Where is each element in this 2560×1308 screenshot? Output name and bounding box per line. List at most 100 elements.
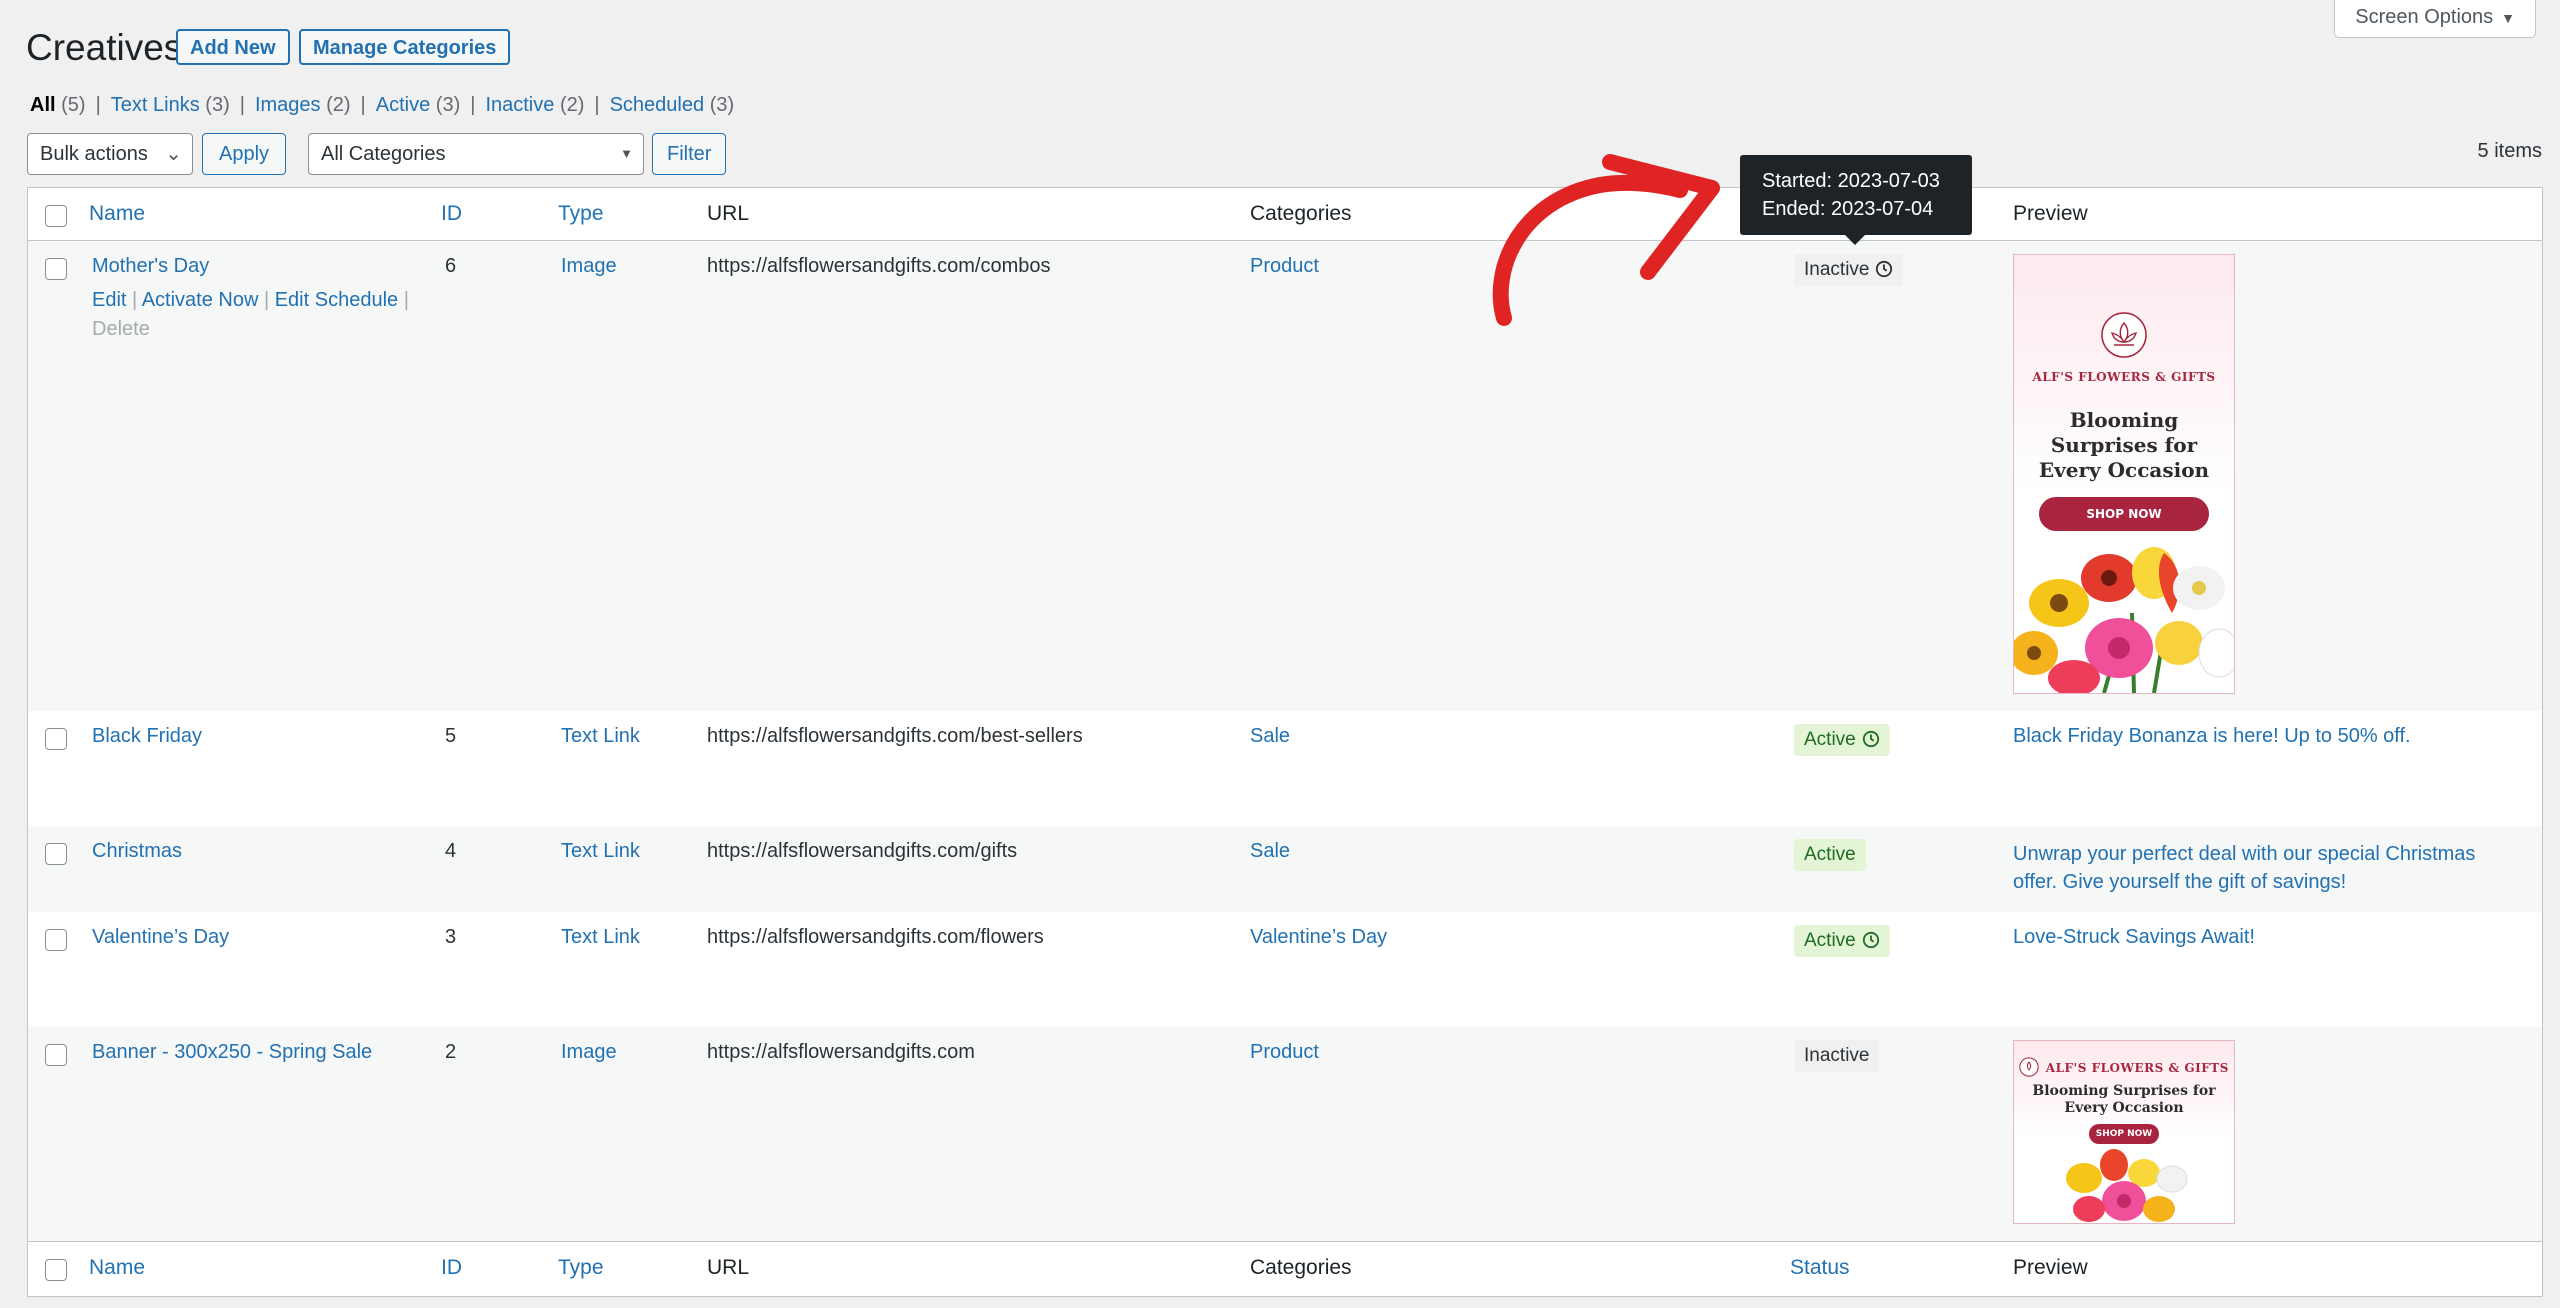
view-scheduled[interactable]: Scheduled <box>610 94 705 116</box>
text-link-preview[interactable]: Love-Struck Savings Await! <box>2013 926 2255 949</box>
text-link-preview[interactable]: Unwrap your perfect deal with our specia… <box>2013 840 2475 896</box>
column-categories: Categories <box>1250 202 1352 225</box>
status-badge[interactable]: Active <box>1794 839 1866 871</box>
banner-preview-image[interactable]: ALF'S FLOWERS & GIFTS Blooming Surprises… <box>2013 254 2235 694</box>
tooltip-ended: Ended: 2023-07-04 <box>1762 198 1934 220</box>
column-id[interactable]: ID <box>441 202 462 226</box>
creative-type-link[interactable]: Text Link <box>561 840 640 863</box>
column-categories: Categories <box>1250 1256 1352 1279</box>
creative-name-link[interactable]: Banner - 300x250 - Spring Sale <box>92 1041 372 1064</box>
screen-options-label: Screen Options <box>2355 6 2494 28</box>
screen-options-button[interactable]: Screen Options ▼ <box>2334 0 2536 38</box>
status-badge[interactable]: Active <box>1794 925 1890 957</box>
banner-headline-line: Blooming Surprises for <box>2032 1083 2216 1099</box>
creative-category-link[interactable]: Product <box>1250 255 1319 278</box>
creative-type-link[interactable]: Text Link <box>561 725 640 748</box>
row-checkbox[interactable] <box>45 1044 67 1066</box>
creative-url: https://alfsflowersandgifts.com/gifts <box>707 840 1018 862</box>
view-active[interactable]: Active <box>376 94 430 116</box>
column-url: URL <box>707 202 750 225</box>
bulk-actions-value: Bulk actions <box>40 143 148 165</box>
banner-shop-now-button: SHOP NOW <box>2089 1124 2159 1144</box>
text-link-preview-line: Unwrap your perfect deal with our specia… <box>2013 843 2476 865</box>
creative-category-link[interactable]: Valentine’s Day <box>1250 926 1387 949</box>
creative-type-link[interactable]: Text Link <box>561 926 640 949</box>
lotus-logo-icon <box>2019 1057 2039 1077</box>
row-checkbox[interactable] <box>45 843 67 865</box>
table-row: Mother's Day Edit | Activate Now | Edit … <box>28 241 2542 711</box>
select-all-checkbox[interactable] <box>45 1259 67 1281</box>
view-count: (3) <box>435 94 461 116</box>
view-text-links[interactable]: Text Links <box>111 94 200 116</box>
creative-type-link[interactable]: Image <box>561 1041 617 1064</box>
status-badge[interactable]: Inactive <box>1794 254 1904 286</box>
banner-brand: ALF'S FLOWERS & GIFTS <box>2045 1061 2229 1075</box>
delete-link[interactable]: Delete <box>92 318 150 341</box>
category-filter-select[interactable]: All Categories ▼ <box>308 133 644 175</box>
view-images[interactable]: Images <box>255 94 321 116</box>
clock-icon <box>1862 730 1879 748</box>
creative-category-link[interactable]: Sale <box>1250 725 1290 748</box>
column-id[interactable]: ID <box>441 1256 462 1280</box>
view-all[interactable]: All <box>30 94 56 116</box>
chevron-down-icon: ⌄ <box>165 143 182 165</box>
creative-id: 2 <box>445 1041 457 1063</box>
creative-id: 6 <box>445 255 457 277</box>
creative-type-link[interactable]: Image <box>561 255 617 278</box>
edit-link[interactable]: Edit <box>92 289 126 311</box>
creatives-table: Name ID Type URL Categories Preview Moth… <box>27 187 2543 1297</box>
activate-now-link[interactable]: Activate Now <box>142 289 259 311</box>
creative-id: 3 <box>445 926 457 948</box>
creative-category-link[interactable]: Product <box>1250 1041 1319 1064</box>
category-filter-value: All Categories <box>321 143 446 165</box>
clock-icon <box>1876 260 1893 278</box>
banner-preview-image[interactable]: ALF'S FLOWERS & GIFTS Blooming Surprises… <box>2013 1040 2235 1224</box>
banner-headline-line: Every Occasion <box>2064 1100 2184 1116</box>
status-badge[interactable]: Inactive <box>1794 1040 1880 1072</box>
status-badge[interactable]: Active <box>1794 724 1890 756</box>
column-name[interactable]: Name <box>89 1256 145 1280</box>
view-count: (3) <box>205 94 230 116</box>
text-link-preview[interactable]: Black Friday Bonanza is here! Up to 50% … <box>2013 725 2411 748</box>
status-label: Inactive <box>1804 1045 1870 1066</box>
creative-name-link[interactable]: Christmas <box>92 840 182 863</box>
creative-category-link[interactable]: Sale <box>1250 840 1290 863</box>
row-checkbox[interactable] <box>45 929 67 951</box>
creative-name-link[interactable]: Black Friday <box>92 725 202 748</box>
add-new-button[interactable]: Add New <box>176 29 290 65</box>
status-label: Inactive <box>1804 259 1870 280</box>
select-all-checkbox[interactable] <box>45 205 67 227</box>
banner-headline-line: Every Occasion <box>2038 458 2210 482</box>
column-name[interactable]: Name <box>89 202 145 226</box>
column-preview: Preview <box>2013 1256 2088 1279</box>
items-count: 5 items <box>2477 140 2542 162</box>
view-inactive[interactable]: Inactive <box>485 94 554 116</box>
banner-headline-line: Surprises for <box>2050 433 2198 457</box>
column-status[interactable]: Status <box>1790 1256 1850 1280</box>
table-header: Name ID Type URL Categories Preview <box>28 188 2542 241</box>
status-label: Active <box>1804 930 1856 951</box>
view-count: (3) <box>709 94 735 116</box>
status-label: Active <box>1804 729 1856 750</box>
row-actions: Edit | Activate Now | Edit Schedule | <box>92 289 409 311</box>
table-row: Christmas 4 Text Link https://alfsflower… <box>28 826 2542 912</box>
column-type[interactable]: Type <box>558 1256 604 1280</box>
table-footer: Name ID Type URL Categories Status Previ… <box>28 1241 2542 1296</box>
creative-name-link[interactable]: Mother's Day <box>92 255 209 278</box>
banner-brand: ALF'S FLOWERS & GIFTS <box>2032 370 2216 384</box>
flower-bouquet-image <box>2066 1149 2188 1222</box>
edit-schedule-link[interactable]: Edit Schedule <box>275 289 398 311</box>
table-row: Banner - 300x250 - Spring Sale 2 Image h… <box>28 1027 2542 1241</box>
creative-name-link[interactable]: Valentine’s Day <box>92 926 229 949</box>
row-checkbox[interactable] <box>45 728 67 750</box>
bulk-actions-select[interactable]: Bulk actions ⌄ <box>27 133 193 175</box>
creative-url: https://alfsflowersandgifts.com/combos <box>707 255 1051 277</box>
filter-button[interactable]: Filter <box>652 133 727 175</box>
manage-categories-button[interactable]: Manage Categories <box>299 29 511 65</box>
creative-url: https://alfsflowersandgifts.com/flowers <box>707 926 1044 948</box>
annotation-arrow-icon <box>1492 154 1720 326</box>
row-checkbox[interactable] <box>45 258 67 280</box>
triangle-down-icon: ▼ <box>2501 10 2515 26</box>
apply-button[interactable]: Apply <box>202 133 287 175</box>
column-type[interactable]: Type <box>558 202 604 226</box>
